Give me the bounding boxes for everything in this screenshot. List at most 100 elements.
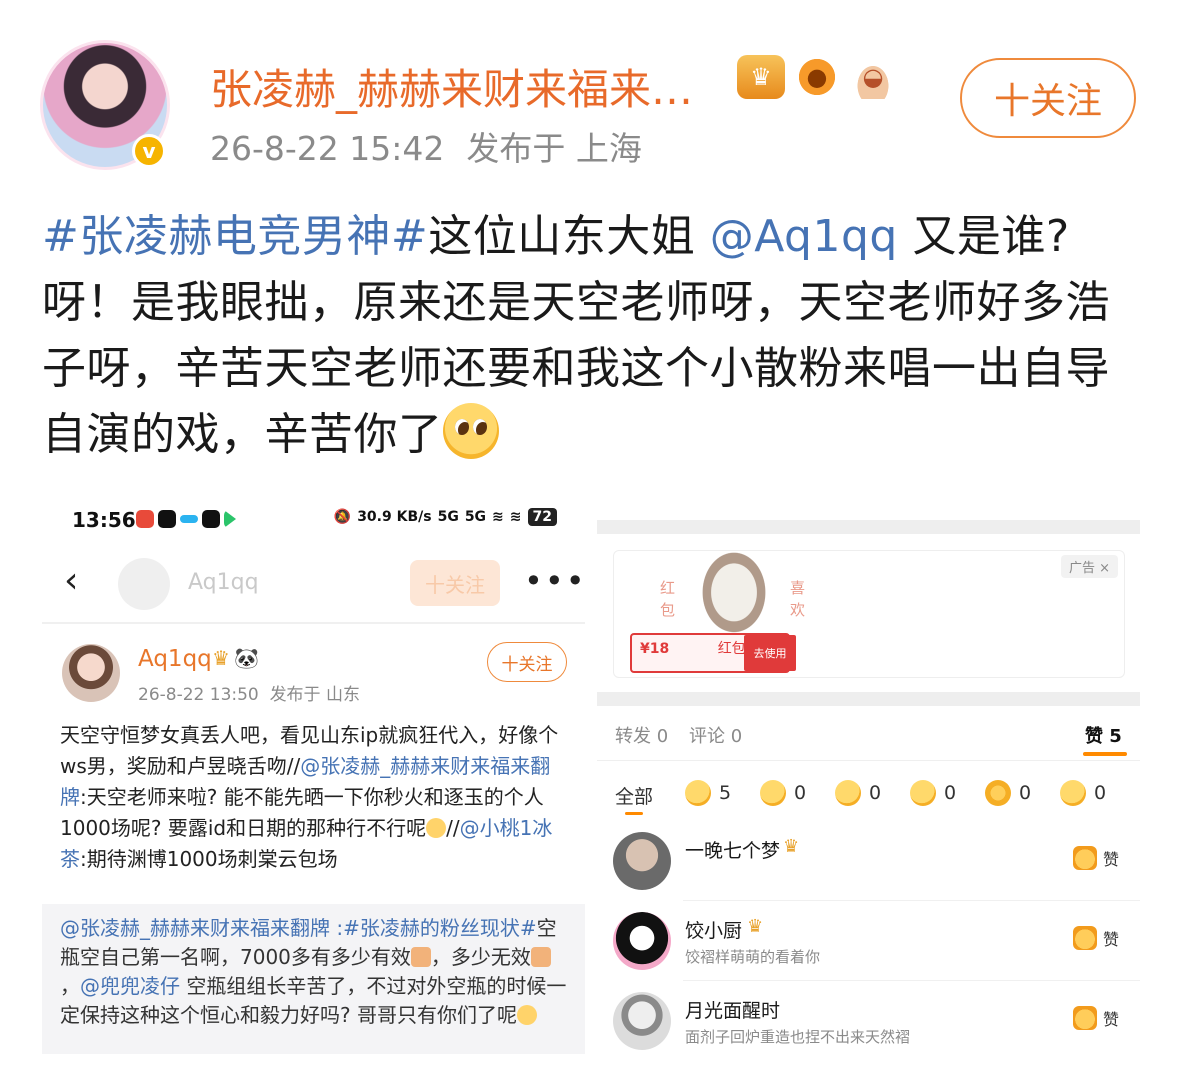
repost-mention-a[interactable]: @张凌赫_赫赫来财来福来翻牌 <box>60 916 330 940</box>
sad-face-icon <box>910 780 936 806</box>
laugh-face-icon <box>760 780 786 806</box>
nav-avatar[interactable] <box>118 558 170 610</box>
like-list-item[interactable]: 月光面醒时 面剂子回炉重造也捏不出来天然褶 赞 <box>597 992 1140 1054</box>
phone-status-bar: 13:56 🔕 30.9 KB/s 5G 5G ≋ ≋ 72 <box>42 498 585 542</box>
net-speed: 30.9 KB/s <box>357 509 432 525</box>
reaction-sad-count: 0 <box>944 782 957 804</box>
reaction-all-underline <box>625 812 643 815</box>
tab-comment[interactable]: 评论 0 <box>689 722 742 748</box>
inner-text-c: :期待渊博1000场刺棠云包场 <box>80 847 338 871</box>
list-divider <box>683 980 1140 981</box>
tab-underline <box>1083 752 1127 756</box>
user-avatar[interactable] <box>613 912 671 970</box>
reaction-surprise[interactable]: 0 <box>835 780 881 806</box>
inner-author-badges: ♛ 🐼 <box>212 646 259 670</box>
tiktok-app-icon-2 <box>202 510 220 528</box>
repost-mention-b[interactable]: @兜兜凌仔 <box>80 974 180 998</box>
user-bio: 饺褶样萌萌的看着你 <box>685 948 821 966</box>
user-bio: 面剂子回炉重造也捏不出来天然褶 <box>685 1028 911 1046</box>
more-icon[interactable]: ••• <box>524 562 585 600</box>
tab-repost[interactable]: 转发 0 <box>615 722 668 748</box>
mention-link[interactable]: @Aq1qq <box>710 211 898 262</box>
reaction-sad[interactable]: 0 <box>910 780 956 806</box>
ad-banner[interactable]: 广告 × 红包 喜欢 ¥18 红包 去使用 <box>613 550 1125 678</box>
thumbs-up-icon <box>685 780 711 806</box>
screenshot-left[interactable]: 13:56 🔕 30.9 KB/s 5G 5G ≋ ≋ 72 ‹ Aq1qq 十… <box>42 498 585 1054</box>
inner-follow-button[interactable]: 十关注 <box>487 642 567 682</box>
minus-app-icon <box>180 515 198 523</box>
author-avatar[interactable]: v <box>40 40 170 170</box>
repost-topic[interactable]: :#张凌赫的粉丝现状# <box>330 916 536 940</box>
verified-icon: v <box>132 134 166 168</box>
inner-post-date: 26-8-22 13:50 <box>138 685 259 705</box>
wifi-icon-2: ≋ <box>509 509 522 525</box>
reaction-all[interactable]: 全部 <box>615 782 653 809</box>
battery-level: 72 <box>527 508 557 526</box>
reaction-heart[interactable]: 0 <box>985 780 1031 806</box>
top-gray-strip <box>597 520 1140 534</box>
tab-like[interactable]: 赞 5 <box>1085 722 1122 748</box>
back-icon[interactable]: ‹ <box>64 560 78 601</box>
like-list-item[interactable]: 一晚七个梦 ♛ 赞 <box>597 832 1140 910</box>
stats-tabs: 转发 0 评论 0 赞 5 <box>597 716 1140 756</box>
weibo-app-icon <box>136 510 154 528</box>
mute-icon: 🔕 <box>333 509 352 525</box>
like-button[interactable]: 赞 <box>1073 846 1119 870</box>
ad-close-tag[interactable]: 广告 × <box>1060 555 1118 578</box>
thumbs-up-emoji-icon <box>410 947 431 967</box>
crown-badge-icon: ♛ <box>747 916 764 937</box>
reaction-laugh[interactable]: 0 <box>760 780 806 806</box>
post-meta: 26-8-22 15:42 发布于 上海 <box>210 122 642 170</box>
angry-face-icon <box>1060 780 1086 806</box>
nav-bar: ‹ Aq1qq 十关注 ••• <box>42 548 585 618</box>
follow-button[interactable]: 十关注 <box>960 58 1136 138</box>
coupon-use-button[interactable]: 去使用 <box>744 635 796 671</box>
user-avatar[interactable] <box>613 832 671 890</box>
nav-username[interactable]: Aq1qq <box>188 570 259 595</box>
divider <box>42 622 585 624</box>
author-name[interactable]: 张凌赫_赫赫来财来福来… <box>210 56 693 117</box>
ad-side-right: 喜欢 <box>790 579 806 619</box>
repost-block[interactable]: @张凌赫_赫赫来财来福来翻牌 :#张凌赫的粉丝现状#空瓶空自己第一名啊，7000… <box>42 904 585 1054</box>
reaction-heart-count: 0 <box>1019 782 1032 804</box>
thumbs-up-icon <box>1073 1006 1097 1030</box>
inner-post-location: 发布于 山东 <box>269 685 360 705</box>
wifi-icon: ≋ <box>492 509 504 525</box>
reaction-angry-count: 0 <box>1094 782 1107 804</box>
post-body: #张凌赫电竞男神#这位山东大姐 @Aq1qq 又是谁?呀！是我眼拙，原来还是天空… <box>42 204 1142 468</box>
pleading-face-emoji-icon <box>442 403 499 459</box>
user-name[interactable]: 月光面醒时 <box>685 996 780 1023</box>
user-avatar[interactable] <box>613 992 671 1050</box>
goldfish-badge-icon: ● <box>793 55 841 99</box>
reaction-angry[interactable]: 0 <box>1060 780 1106 806</box>
coupon-amount: ¥18 <box>640 641 670 657</box>
crown-badge-icon: ♛ <box>783 836 800 857</box>
thumbs-up-icon <box>1073 926 1097 950</box>
pleading-emoji-icon <box>426 818 447 838</box>
reaction-laugh-count: 0 <box>794 782 807 804</box>
inner-author-avatar[interactable] <box>62 644 120 702</box>
like-button[interactable]: 赞 <box>1073 926 1119 950</box>
screenshot-right[interactable]: 广告 × 红包 喜欢 ¥18 红包 去使用 转发 0 评论 0 赞 5 全部 5… <box>597 520 1140 1054</box>
topic-link[interactable]: #张凌赫电竞男神# <box>42 211 428 262</box>
play-app-icon <box>224 510 236 528</box>
crown-badge-icon: ♛ <box>737 55 785 99</box>
reaction-surprise-count: 0 <box>869 782 882 804</box>
reaction-filter: 全部 5 0 0 0 0 0 <box>597 776 1140 816</box>
user-name[interactable]: 饺小厨 <box>685 916 742 943</box>
system-indicators: 🔕 30.9 KB/s 5G 5G ≋ ≋ 72 <box>334 508 557 526</box>
like-button[interactable]: 赞 <box>1073 1006 1119 1030</box>
like-list-item[interactable]: 饺小厨 ♛ 饺褶样萌萌的看着你 赞 <box>597 912 1140 990</box>
nav-follow-button[interactable]: 十关注 <box>410 560 500 606</box>
cat-image-icon <box>694 551 774 643</box>
author-badges: ♛ ● ◒ <box>737 55 897 99</box>
thumbs-up-icon <box>1073 846 1097 870</box>
inner-author-name[interactable]: Aq1qq <box>138 646 212 672</box>
repost-text-b: ，多少无效 <box>430 945 531 969</box>
panda-badge-icon: 🐼 <box>233 646 259 670</box>
tiktok-app-icon <box>158 510 176 528</box>
like-label: 赞 <box>1103 930 1120 949</box>
reaction-like[interactable]: 5 <box>685 780 731 806</box>
user-name[interactable]: 一晚七个梦 <box>685 836 780 863</box>
inner-post-meta: 26-8-22 13:50 发布于 山东 <box>138 680 360 705</box>
